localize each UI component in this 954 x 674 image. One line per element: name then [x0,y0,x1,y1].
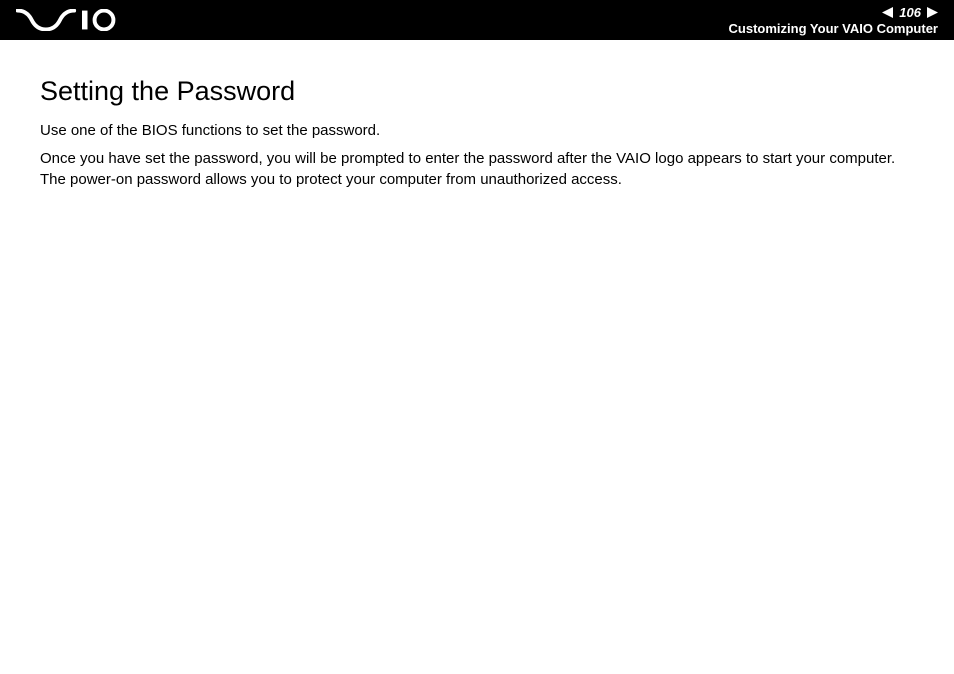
body-paragraph-1: Use one of the BIOS functions to set the… [40,121,914,141]
page-number: 106 [899,5,921,20]
prev-page-arrow-icon[interactable] [882,7,893,18]
header-right: 106 Customizing Your VAIO Computer [729,5,938,36]
next-page-arrow-icon[interactable] [927,7,938,18]
vaio-logo [16,9,126,31]
page-nav: 106 [882,5,938,20]
breadcrumb: Customizing Your VAIO Computer [729,21,938,36]
page-title: Setting the Password [40,76,914,107]
page-header: 106 Customizing Your VAIO Computer [0,0,954,40]
body-paragraph-2: Once you have set the password, you will… [40,149,914,190]
page-content: Setting the Password Use one of the BIOS… [0,40,954,190]
